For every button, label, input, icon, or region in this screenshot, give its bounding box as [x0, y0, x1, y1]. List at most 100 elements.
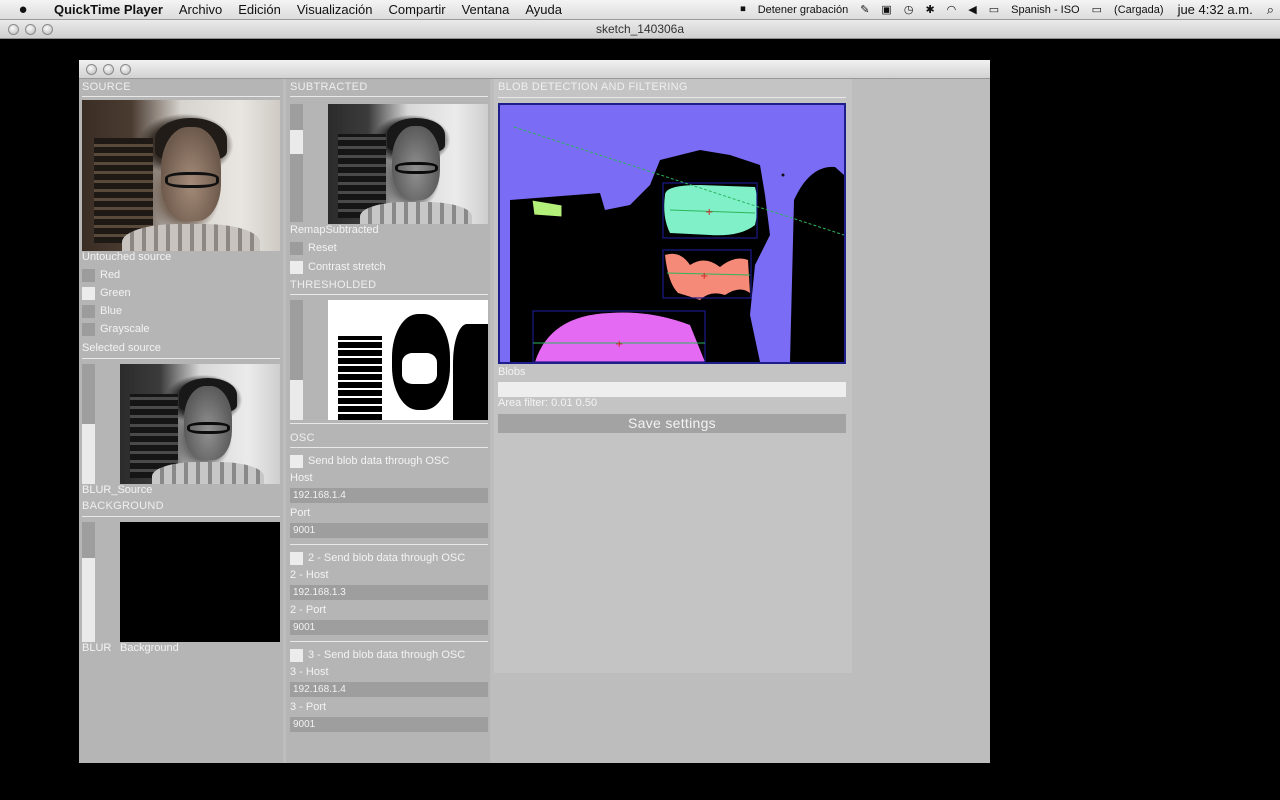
- blob-column: BLOB DETECTION AND FILTERING + + + Blobs…: [494, 79, 852, 673]
- blobs-label: Blobs: [498, 366, 526, 378]
- divider: [82, 96, 280, 97]
- menu-compartir[interactable]: Compartir: [381, 2, 454, 17]
- divider: [290, 423, 488, 424]
- osc2-send-label: 2 - Send blob data through OSC: [308, 552, 466, 564]
- sketch-body: SOURCE Untouched source Red Green Blue G…: [79, 79, 990, 763]
- osc2-send-checkbox[interactable]: [290, 552, 303, 565]
- green-label: Green: [100, 287, 131, 299]
- blob-visualization: + + +: [510, 126, 844, 362]
- menu-app-name[interactable]: QuickTime Player: [46, 2, 171, 17]
- subtracted-header: SUBTRACTED: [290, 81, 368, 93]
- menu-ayuda[interactable]: Ayuda: [517, 2, 570, 17]
- noise-dot: [781, 173, 785, 177]
- keyboard-icon[interactable]: ▭: [983, 3, 1005, 16]
- selected-source-image: [120, 364, 280, 484]
- osc2-port-label: 2 - Port: [290, 604, 327, 616]
- untouched-source-label: Untouched source: [82, 251, 172, 263]
- area-filter-label: Area filter: 0.01 0.50: [498, 397, 598, 409]
- minimize-icon[interactable]: [25, 24, 36, 35]
- osc2-host-label: 2 - Host: [290, 569, 329, 581]
- grayscale-checkbox[interactable]: [82, 323, 95, 336]
- contrast-stretch-checkbox[interactable]: [290, 261, 303, 274]
- selected-source-label: Selected source: [82, 342, 161, 354]
- divider: [82, 516, 280, 517]
- divider: [290, 96, 488, 97]
- blur-source-label: BLUR_Source: [82, 484, 153, 496]
- osc2-port-input[interactable]: 9001: [290, 620, 488, 635]
- clock[interactable]: jue 4:32 a.m.: [1170, 2, 1261, 17]
- menu-ventana[interactable]: Ventana: [454, 2, 518, 17]
- osc-send-label: Send blob data through OSC: [308, 455, 450, 467]
- subtracted-image: [328, 104, 488, 224]
- display-icon[interactable]: ▣: [875, 3, 897, 16]
- foreground-mask-right: [790, 166, 844, 362]
- osc3-host-input[interactable]: 192.168.1.4: [290, 682, 488, 697]
- save-settings-button[interactable]: Save settings: [498, 414, 846, 433]
- divider: [498, 97, 846, 98]
- grayscale-label: Grayscale: [100, 323, 150, 335]
- divider: [290, 447, 488, 448]
- time-machine-icon[interactable]: ◷: [898, 3, 920, 16]
- close-icon[interactable]: [86, 64, 97, 75]
- battery-icon[interactable]: ▭: [1086, 3, 1108, 16]
- osc-port-input[interactable]: 9001: [290, 523, 488, 538]
- remap-subtracted-label: RemapSubtracted: [290, 224, 379, 236]
- red-checkbox[interactable]: [82, 269, 95, 282]
- menu-archivo[interactable]: Archivo: [171, 2, 230, 17]
- menu-edicion[interactable]: Edición: [230, 2, 289, 17]
- blob-3-centroid-icon: +: [615, 339, 623, 350]
- threshold-slider-fill: [290, 380, 303, 420]
- divider: [290, 294, 488, 295]
- osc3-host-label: 3 - Host: [290, 666, 329, 678]
- green-checkbox[interactable]: [82, 287, 95, 300]
- divider: [290, 641, 488, 642]
- osc3-port-input[interactable]: 9001: [290, 717, 488, 732]
- thresholded-header: THRESHOLDED: [290, 279, 377, 291]
- blobs-slider[interactable]: [498, 382, 846, 397]
- status-area: ⏹ Detener grabación ✎ ▣ ◷ ✱ ◠ ◀ ▭ Spanis…: [734, 2, 1280, 18]
- menu-bar: ● QuickTime Player Archivo Edición Visua…: [0, 0, 1280, 20]
- osc-host-input[interactable]: 192.168.1.4: [290, 488, 488, 503]
- remap-subtracted-slider[interactable]: [290, 104, 303, 222]
- close-icon[interactable]: [8, 24, 19, 35]
- zoom-icon[interactable]: [42, 24, 53, 35]
- blur-background-label: BLUR: [82, 642, 112, 654]
- sketch-title-bar: [79, 60, 990, 79]
- quicktime-title-bar: sketch_140306a: [0, 20, 1280, 39]
- stop-recording-icon[interactable]: ⏹: [734, 3, 752, 16]
- sketch-window: SOURCE Untouched source Red Green Blue G…: [79, 60, 990, 763]
- menu-visualizacion[interactable]: Visualización: [289, 2, 381, 17]
- osc-send-checkbox[interactable]: [290, 455, 303, 468]
- blur-background-slider[interactable]: [82, 522, 95, 642]
- osc2-host-input[interactable]: 192.168.1.3: [290, 585, 488, 600]
- blue-label: Blue: [100, 305, 123, 317]
- input-source-label[interactable]: Spanish - ISO: [1005, 4, 1085, 16]
- red-label: Red: [100, 269, 121, 281]
- untouched-source-image: [82, 100, 280, 251]
- blur-source-slider[interactable]: [82, 364, 95, 484]
- osc-host-label: Host: [290, 472, 313, 484]
- battery-label[interactable]: (Cargada): [1108, 4, 1170, 16]
- minimize-icon[interactable]: [103, 64, 114, 75]
- stop-recording-label[interactable]: Detener grabación: [752, 4, 855, 16]
- wifi-icon[interactable]: ◠: [941, 3, 963, 16]
- blue-checkbox[interactable]: [82, 305, 95, 318]
- reset-checkbox[interactable]: [290, 242, 303, 255]
- wrench-icon[interactable]: ✎: [854, 3, 875, 16]
- spotlight-search-icon[interactable]: ⌕: [1261, 2, 1280, 18]
- osc3-port-label: 3 - Port: [290, 701, 327, 713]
- blob-1-centroid-icon: +: [705, 207, 713, 218]
- volume-icon[interactable]: ◀: [962, 3, 982, 16]
- osc-port-label: Port: [290, 507, 311, 519]
- zoom-icon[interactable]: [120, 64, 131, 75]
- threshold-slider[interactable]: [290, 300, 303, 420]
- osc3-send-checkbox[interactable]: [290, 649, 303, 662]
- bluetooth-icon[interactable]: ✱: [919, 3, 940, 16]
- blob-header: BLOB DETECTION AND FILTERING: [498, 81, 688, 93]
- qt-window-controls: [8, 24, 53, 35]
- blur-background-slider-fill: [82, 558, 95, 642]
- background-image: [120, 522, 280, 642]
- subtracted-column: SUBTRACTED RemapSubtracted Reset Contras…: [286, 79, 490, 763]
- apple-menu-icon[interactable]: ●: [0, 1, 46, 18]
- background-label: Background: [120, 642, 179, 654]
